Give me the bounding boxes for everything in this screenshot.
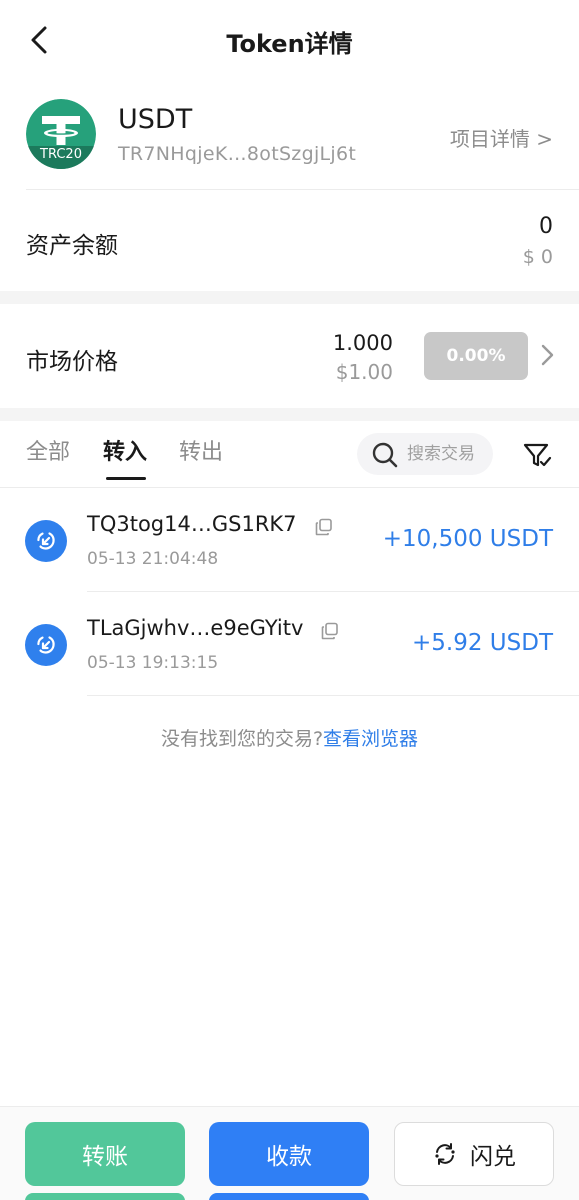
- section-separator: [0, 408, 579, 421]
- swap-label: 闪兑: [470, 1144, 516, 1170]
- chevron-right-icon[interactable]: [538, 342, 556, 368]
- project-detail-link[interactable]: 项目详情 >: [450, 123, 553, 152]
- transaction-tabs: 全部 转入 转出: [0, 421, 579, 487]
- transaction-row[interactable]: TLaGjwhv…e9eGYitv 05-13 19:13:15 +5.92 U…: [0, 592, 579, 696]
- copy-icon[interactable]: [315, 518, 333, 536]
- balance-amount: 0: [539, 214, 553, 239]
- active-tab-indicator: [106, 477, 146, 480]
- market-price-row[interactable]: 市场价格 1.000 $1.00 0.00%: [0, 304, 579, 408]
- incoming-transfer-icon: [25, 624, 67, 666]
- balance-label: 资产余额: [26, 233, 118, 259]
- receive-button[interactable]: 收款: [209, 1122, 369, 1186]
- transaction-address: TQ3tog14…GS1RK7: [87, 512, 297, 536]
- token-info: TRC20 USDT TR7NHqjeK…8otSzgjLj6t 项目详情 >: [0, 80, 579, 190]
- transaction-time: 05-13 21:04:48: [87, 549, 219, 569]
- token-contract-address: TR7NHqjeK…8otSzgjLj6t: [118, 143, 357, 165]
- usdt-trc20-logo: TRC20: [26, 99, 96, 169]
- search-input[interactable]: [407, 441, 485, 467]
- section-separator: [0, 291, 579, 304]
- market-price-value: 1.000: [332, 331, 393, 355]
- swap-button[interactable]: 闪兑: [394, 1122, 554, 1186]
- market-price-usd: $1.00: [335, 360, 393, 384]
- transaction-row[interactable]: TQ3tog14…GS1RK7 05-13 21:04:48 +10,500 U…: [0, 488, 579, 592]
- balance-usd: $ 0: [522, 246, 553, 268]
- trc20-label: TRC20: [40, 147, 82, 162]
- tab-all[interactable]: 全部: [26, 434, 70, 466]
- price-change-badge: 0.00%: [424, 332, 528, 380]
- transaction-address: TLaGjwhv…e9eGYitv: [87, 616, 304, 640]
- not-found-hint: 没有找到您的交易?查看浏览器: [0, 724, 579, 751]
- transaction-time: 05-13 19:13:15: [87, 653, 219, 673]
- copy-icon[interactable]: [321, 622, 339, 640]
- transaction-amount: +5.92 USDT: [412, 630, 553, 656]
- filter-icon[interactable]: [521, 439, 553, 471]
- search-box[interactable]: [357, 433, 493, 475]
- market-price-label: 市场价格: [26, 349, 118, 375]
- incoming-transfer-icon: [25, 520, 67, 562]
- transaction-amount: +10,500 USDT: [382, 526, 553, 552]
- page-title: Token详情: [226, 30, 353, 58]
- search-icon: [372, 442, 398, 468]
- asset-balance: 资产余额 0 $ 0: [0, 190, 579, 291]
- not-found-text: 没有找到您的交易?: [160, 728, 324, 750]
- receive-button-shadow: [209, 1193, 369, 1200]
- bottom-action-bar: 转账 收款 闪兑: [0, 1106, 579, 1200]
- swap-icon: [435, 1143, 455, 1165]
- token-symbol: USDT: [118, 104, 193, 135]
- transfer-button-shadow: [25, 1193, 185, 1200]
- view-explorer-link[interactable]: 查看浏览器: [323, 728, 418, 750]
- divider: [87, 695, 579, 696]
- tab-outgoing[interactable]: 转出: [179, 434, 223, 466]
- header: Token详情: [0, 0, 579, 80]
- transfer-button[interactable]: 转账: [25, 1122, 185, 1186]
- tab-incoming[interactable]: 转入: [103, 434, 147, 466]
